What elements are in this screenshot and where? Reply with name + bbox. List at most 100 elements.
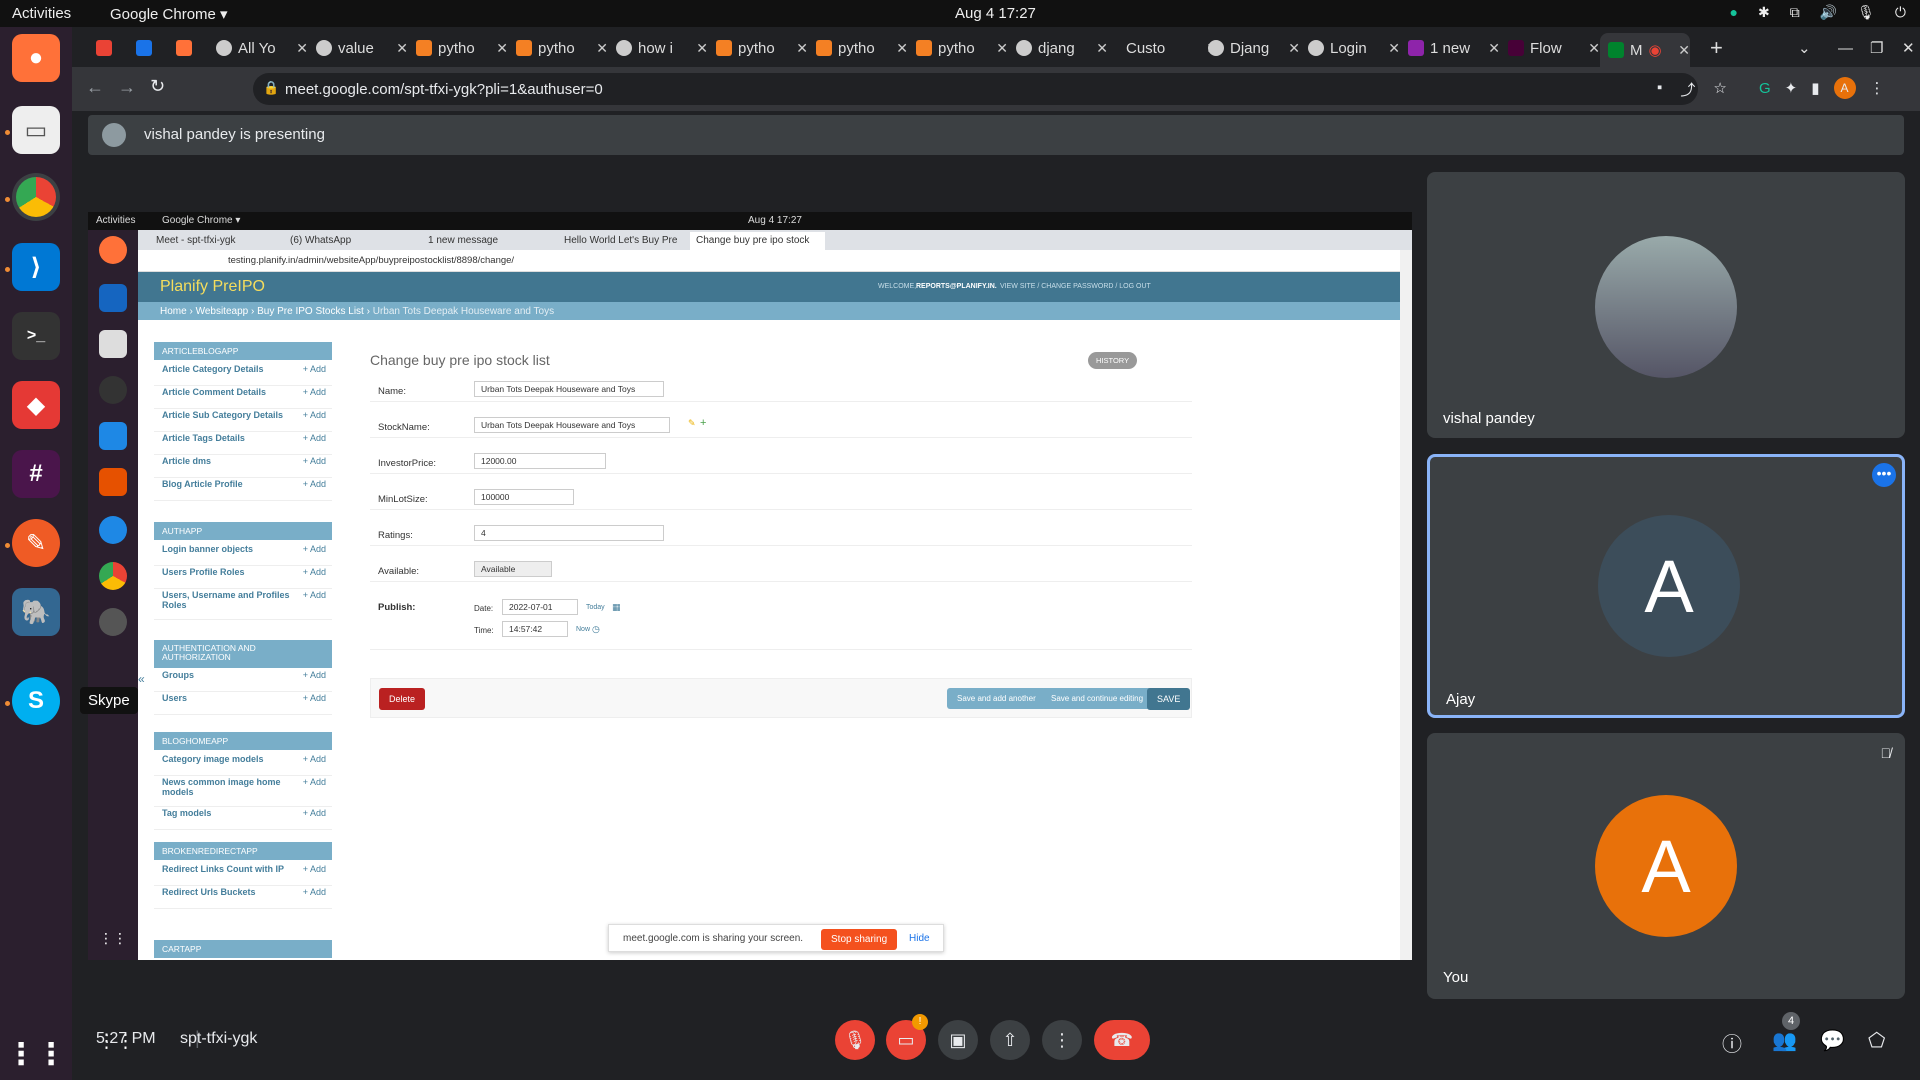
participant-tile-active[interactable]: A Ajay ••• bbox=[1427, 454, 1905, 718]
sidepanel-icon[interactable]: ▮ bbox=[1811, 79, 1819, 97]
model-row: Article Sub Category Details + Add bbox=[154, 410, 332, 432]
extensions-icon[interactable]: ✦ bbox=[1785, 79, 1798, 97]
camera-icon[interactable]: ▪ bbox=[1657, 79, 1662, 100]
info-icon[interactable]: ⓘ bbox=[1722, 1028, 1742, 1057]
present-button[interactable]: ⇧ bbox=[990, 1020, 1030, 1060]
power-icon[interactable]: ⏻ bbox=[1895, 4, 1906, 21]
app-menu[interactable]: Google Chrome ▾ bbox=[110, 5, 228, 23]
tab[interactable]: All Yo ✕ bbox=[208, 33, 308, 63]
close-icon[interactable]: ✕ bbox=[496, 40, 508, 57]
files-icon[interactable]: ▭ bbox=[12, 106, 60, 154]
anydesk-icon[interactable]: ◆ bbox=[12, 381, 60, 429]
back-icon[interactable]: ← bbox=[86, 77, 104, 98]
crumb: Buy Pre IPO Stocks List bbox=[257, 306, 364, 317]
close-icon[interactable]: ✕ bbox=[1678, 42, 1690, 59]
model-row: Redirect Urls Buckets + Add bbox=[154, 887, 332, 909]
participant-tile[interactable]: vishal pandey bbox=[1427, 172, 1905, 438]
microphone-off-button[interactable]: 🎙 bbox=[835, 1020, 875, 1060]
people-icon[interactable]: 👥 bbox=[1772, 1028, 1797, 1053]
tab[interactable]: Login ✕ bbox=[1300, 33, 1400, 63]
delete-button: Delete bbox=[379, 688, 426, 710]
leave-call-button[interactable]: ☎ bbox=[1094, 1020, 1150, 1060]
chrome-icon[interactable] bbox=[12, 173, 60, 221]
skype-icon[interactable]: S bbox=[12, 677, 60, 725]
settings-icon[interactable]: ✱ bbox=[1758, 4, 1770, 21]
close-icon[interactable]: ✕ bbox=[1288, 40, 1300, 57]
model-link: Blog Article Profile bbox=[162, 479, 243, 489]
tab-label: Djang bbox=[1230, 39, 1270, 57]
submit-row: Delete Save and add another Save and con… bbox=[370, 678, 1192, 718]
maximize-icon[interactable]: ❐ bbox=[1862, 33, 1883, 63]
tab[interactable]: djang ✕ bbox=[1008, 33, 1108, 63]
add-link: + Add bbox=[302, 567, 326, 577]
tab-label: value bbox=[338, 39, 374, 57]
tab[interactable]: pytho ✕ bbox=[408, 33, 508, 63]
tab[interactable]: 1 new ✕ bbox=[1400, 33, 1500, 63]
slack-icon[interactable]: # bbox=[12, 450, 60, 498]
close-window-icon[interactable]: ✕ bbox=[1894, 33, 1915, 63]
tab[interactable]: value ✕ bbox=[308, 33, 408, 63]
new-tab-button[interactable]: + bbox=[1702, 33, 1723, 63]
close-icon[interactable]: ✕ bbox=[1096, 40, 1108, 57]
close-icon[interactable]: ✕ bbox=[896, 40, 908, 57]
more-options-button[interactable]: ⋮ bbox=[1042, 1020, 1082, 1060]
close-icon[interactable]: ✕ bbox=[1488, 40, 1500, 57]
close-icon[interactable]: ✕ bbox=[696, 40, 708, 57]
tab[interactable] bbox=[168, 33, 198, 63]
captions-button[interactable]: ▣ bbox=[938, 1020, 978, 1060]
close-icon[interactable]: ✕ bbox=[996, 40, 1008, 57]
network-icon[interactable]: ⧉ bbox=[1790, 4, 1800, 21]
terminal-icon[interactable]: >_ bbox=[12, 312, 60, 360]
add-link: + Add bbox=[302, 693, 326, 703]
tab[interactable] bbox=[88, 33, 118, 63]
close-icon[interactable]: ✕ bbox=[796, 40, 808, 57]
address-bar[interactable]: 🔒 meet.google.com/spt-tfxi-ygk?pli=1&aut… bbox=[253, 73, 1698, 105]
mic-icon[interactable]: 🎙 bbox=[1857, 4, 1875, 21]
tab[interactable]: pytho ✕ bbox=[908, 33, 1008, 63]
reload-icon[interactable]: ↻ bbox=[150, 76, 165, 97]
share-icon[interactable]: ⤴ bbox=[1680, 79, 1695, 100]
tab[interactable]: pytho ✕ bbox=[708, 33, 808, 63]
tab[interactable]: Djang ✕ bbox=[1200, 33, 1300, 63]
grammarly-icon[interactable]: G bbox=[1759, 80, 1771, 97]
system-tray[interactable]: ● ✱ ⧉ 🔊 🎙 ⏻ bbox=[1730, 4, 1907, 21]
tab[interactable]: Flow ✕ bbox=[1500, 33, 1600, 63]
app-grid-icon[interactable]: ⋮⋮ bbox=[6, 1030, 66, 1078]
forward-icon[interactable]: → bbox=[118, 77, 136, 98]
postman-icon[interactable]: ✎ bbox=[12, 519, 60, 567]
volume-icon[interactable]: 🔊 bbox=[1820, 4, 1837, 21]
profile-avatar[interactable]: A bbox=[1833, 77, 1856, 99]
tab-search-icon[interactable]: ⌄ bbox=[1790, 33, 1811, 63]
clock[interactable]: Aug 4 17:27 bbox=[955, 5, 1036, 22]
firefox-icon[interactable]: ● bbox=[12, 34, 60, 82]
shared-tab: 1 new message bbox=[428, 235, 499, 246]
activities-icon[interactable]: ⬠ bbox=[1868, 1028, 1885, 1053]
camera-off-button[interactable]: ▭! bbox=[886, 1014, 928, 1060]
vscode-icon[interactable]: ⟩ bbox=[12, 243, 60, 291]
tab-active[interactable]: M ◉ ✕ bbox=[1600, 33, 1690, 67]
more-options-icon[interactable]: ••• bbox=[1872, 463, 1896, 487]
tab[interactable] bbox=[128, 33, 158, 63]
close-icon[interactable]: ✕ bbox=[1588, 40, 1600, 57]
app-grid-icon: ⋮⋮ bbox=[99, 930, 127, 946]
close-icon[interactable]: ✕ bbox=[1388, 40, 1400, 57]
activities-button[interactable]: Activities bbox=[12, 5, 71, 22]
tab[interactable]: how i ✕ bbox=[608, 33, 708, 63]
presenting-banner: vishal pandey is presenting bbox=[88, 115, 1904, 155]
participant-tile-self[interactable]: A You 🎙̸ bbox=[1427, 733, 1905, 999]
chat-icon[interactable]: 💬 bbox=[1820, 1028, 1845, 1053]
model-link: Article Tags Details bbox=[162, 433, 245, 443]
pgadmin-icon[interactable]: 🐘 bbox=[12, 588, 60, 636]
close-icon[interactable]: ✕ bbox=[596, 40, 608, 57]
tab[interactable]: pytho ✕ bbox=[808, 33, 908, 63]
minimize-icon[interactable]: — bbox=[1830, 33, 1853, 63]
menu-icon[interactable]: ⋮ bbox=[1870, 79, 1885, 97]
tab[interactable]: pytho ✕ bbox=[508, 33, 608, 63]
close-icon[interactable]: ✕ bbox=[396, 40, 408, 57]
grammarly-icon[interactable]: ● bbox=[1730, 4, 1738, 21]
add-link: + Add bbox=[302, 479, 326, 489]
bookmark-star-icon[interactable]: ☆ bbox=[1713, 79, 1726, 100]
model-link: Groups bbox=[162, 670, 195, 680]
close-icon[interactable]: ✕ bbox=[296, 40, 308, 57]
shared-tab: Meet - spt-tfxi-ygk bbox=[156, 235, 236, 246]
